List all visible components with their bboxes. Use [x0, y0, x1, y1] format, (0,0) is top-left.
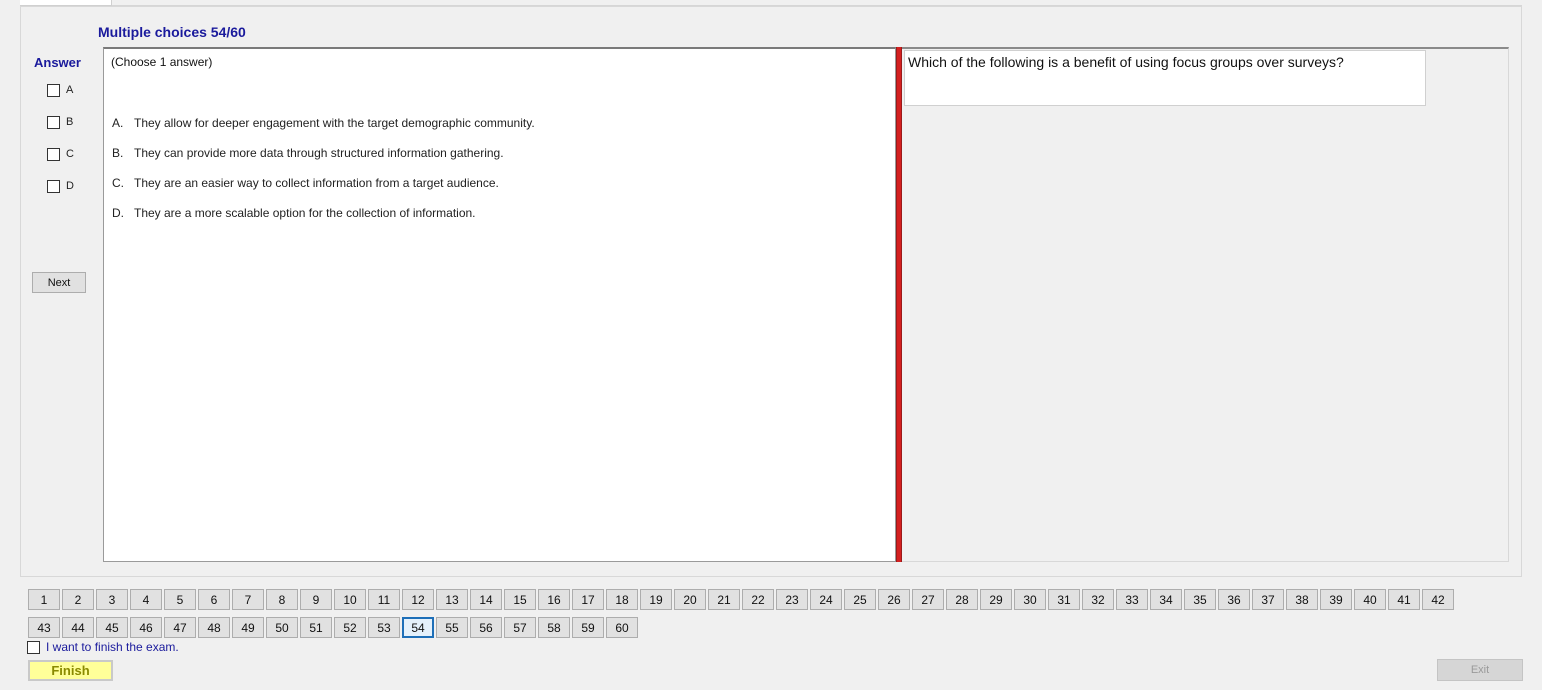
answer-a-checkbox[interactable] — [47, 83, 60, 97]
question-nav-button[interactable]: 57 — [504, 617, 536, 638]
question-nav-button[interactable]: 21 — [708, 589, 740, 610]
question-nav-button[interactable]: 50 — [266, 617, 298, 638]
question-nav-button[interactable]: 44 — [62, 617, 94, 638]
answer-title: Answer — [34, 55, 81, 70]
question-nav-button[interactable]: 29 — [980, 589, 1012, 610]
question-nav-button[interactable]: 9 — [300, 589, 332, 610]
answer-option-c[interactable]: C — [47, 147, 74, 161]
question-nav-button[interactable]: 37 — [1252, 589, 1284, 610]
finish-exam-option[interactable]: I want to finish the exam. — [27, 640, 179, 654]
question-nav-button[interactable]: 22 — [742, 589, 774, 610]
question-nav-button[interactable]: 45 — [96, 617, 128, 638]
question-nav-button[interactable]: 2 — [62, 589, 94, 610]
question-nav-button[interactable]: 38 — [1286, 589, 1318, 610]
answer-b-label: B — [66, 116, 74, 128]
question-nav-button[interactable]: 8 — [266, 589, 298, 610]
question-nav-button[interactable]: 20 — [674, 589, 706, 610]
question-nav-button[interactable]: 41 — [1388, 589, 1420, 610]
answer-option-a[interactable]: A — [47, 83, 73, 97]
question-nav-button[interactable]: 35 — [1184, 589, 1216, 610]
answer-a-label: A — [66, 84, 74, 96]
question-nav-button[interactable]: 3 — [96, 589, 128, 610]
question-nav-button[interactable]: 6 — [198, 589, 230, 610]
question-nav-button[interactable]: 33 — [1116, 589, 1148, 610]
question-nav-button[interactable]: 24 — [810, 589, 842, 610]
question-panel: Which of the following is a benefit of u… — [902, 47, 1509, 562]
question-nav-button[interactable]: 27 — [912, 589, 944, 610]
choice-b: B. They can provide more data through str… — [112, 146, 504, 160]
question-nav-button[interactable]: 39 — [1320, 589, 1352, 610]
question-nav-button[interactable]: 60 — [606, 617, 638, 638]
question-nav-button[interactable]: 34 — [1150, 589, 1182, 610]
choice-d-letter: D. — [112, 206, 124, 220]
question-nav-button[interactable]: 19 — [640, 589, 672, 610]
answer-b-checkbox[interactable] — [47, 115, 60, 129]
answer-option-b[interactable]: B — [47, 115, 73, 129]
answer-option-d[interactable]: D — [47, 179, 74, 193]
question-nav-button[interactable]: 55 — [436, 617, 468, 638]
choice-d-text: They are a more scalable option for the … — [134, 206, 476, 220]
question-nav-button[interactable]: 47 — [164, 617, 196, 638]
question-nav-button[interactable]: 4 — [130, 589, 162, 610]
question-nav-button[interactable]: 5 — [164, 589, 196, 610]
choice-a: A. They allow for deeper engagement with … — [112, 116, 535, 130]
finish-button[interactable]: Finish — [28, 660, 113, 681]
question-nav-button[interactable]: 43 — [28, 617, 60, 638]
question-nav-button[interactable]: 18 — [606, 589, 638, 610]
question-nav-button[interactable]: 51 — [300, 617, 332, 638]
choice-d: D. They are a more scalable option for th… — [112, 206, 476, 220]
choice-c-text: They are an easier way to collect inform… — [134, 176, 499, 190]
choice-c: C. They are an easier way to collect info… — [112, 176, 499, 190]
question-nav-button[interactable]: 31 — [1048, 589, 1080, 610]
question-nav-button[interactable]: 28 — [946, 589, 978, 610]
question-nav-button[interactable]: 11 — [368, 589, 400, 610]
question-nav-button-current[interactable]: 54 — [402, 617, 434, 638]
question-nav-button[interactable]: 17 — [572, 589, 604, 610]
question-nav-button[interactable]: 23 — [776, 589, 808, 610]
finish-exam-label: I want to finish the exam. — [46, 640, 179, 654]
question-nav-button[interactable]: 14 — [470, 589, 502, 610]
question-nav-button[interactable]: 56 — [470, 617, 502, 638]
question-nav-button[interactable]: 10 — [334, 589, 366, 610]
page-title: Multiple choices 54/60 — [98, 24, 246, 40]
exit-button: Exit — [1437, 659, 1523, 681]
next-button[interactable]: Next — [32, 272, 86, 293]
question-nav-button[interactable]: 1 — [28, 589, 60, 610]
question-box: Which of the following is a benefit of u… — [904, 50, 1426, 106]
question-nav-button[interactable]: 49 — [232, 617, 264, 638]
answer-d-label: D — [66, 180, 74, 192]
question-nav-button[interactable]: 16 — [538, 589, 570, 610]
question-nav-button[interactable]: 32 — [1082, 589, 1114, 610]
question-nav-button[interactable]: 36 — [1218, 589, 1250, 610]
answer-c-label: C — [66, 148, 74, 160]
question-nav-button[interactable]: 46 — [130, 617, 162, 638]
question-nav-button[interactable]: 48 — [198, 617, 230, 638]
answer-c-checkbox[interactable] — [47, 147, 60, 161]
question-nav-button[interactable]: 12 — [402, 589, 434, 610]
question-nav-button[interactable]: 40 — [1354, 589, 1386, 610]
question-nav-button[interactable]: 59 — [572, 617, 604, 638]
question-nav-button[interactable]: 53 — [368, 617, 400, 638]
question-nav-button[interactable]: 58 — [538, 617, 570, 638]
finish-exam-checkbox[interactable] — [27, 640, 40, 654]
question-nav-button[interactable]: 52 — [334, 617, 366, 638]
choice-a-text: They allow for deeper engagement with th… — [134, 116, 535, 130]
question-nav-button[interactable]: 13 — [436, 589, 468, 610]
question-nav-button[interactable]: 30 — [1014, 589, 1046, 610]
choice-b-letter: B. — [112, 146, 124, 160]
choose-hint: (Choose 1 answer) — [111, 55, 213, 69]
choice-b-text: They can provide more data through struc… — [134, 146, 504, 160]
question-nav-button[interactable]: 26 — [878, 589, 910, 610]
question-nav-button[interactable]: 7 — [232, 589, 264, 610]
question-text: Which of the following is a benefit of u… — [908, 54, 1344, 70]
question-nav-button[interactable]: 42 — [1422, 589, 1454, 610]
question-nav-button[interactable]: 15 — [504, 589, 536, 610]
choice-c-letter: C. — [112, 176, 124, 190]
answer-d-checkbox[interactable] — [47, 179, 60, 193]
question-nav-button[interactable]: 25 — [844, 589, 876, 610]
choices-box: (Choose 1 answer) A. They allow for deepe… — [103, 47, 896, 562]
choice-a-letter: A. — [112, 116, 124, 130]
